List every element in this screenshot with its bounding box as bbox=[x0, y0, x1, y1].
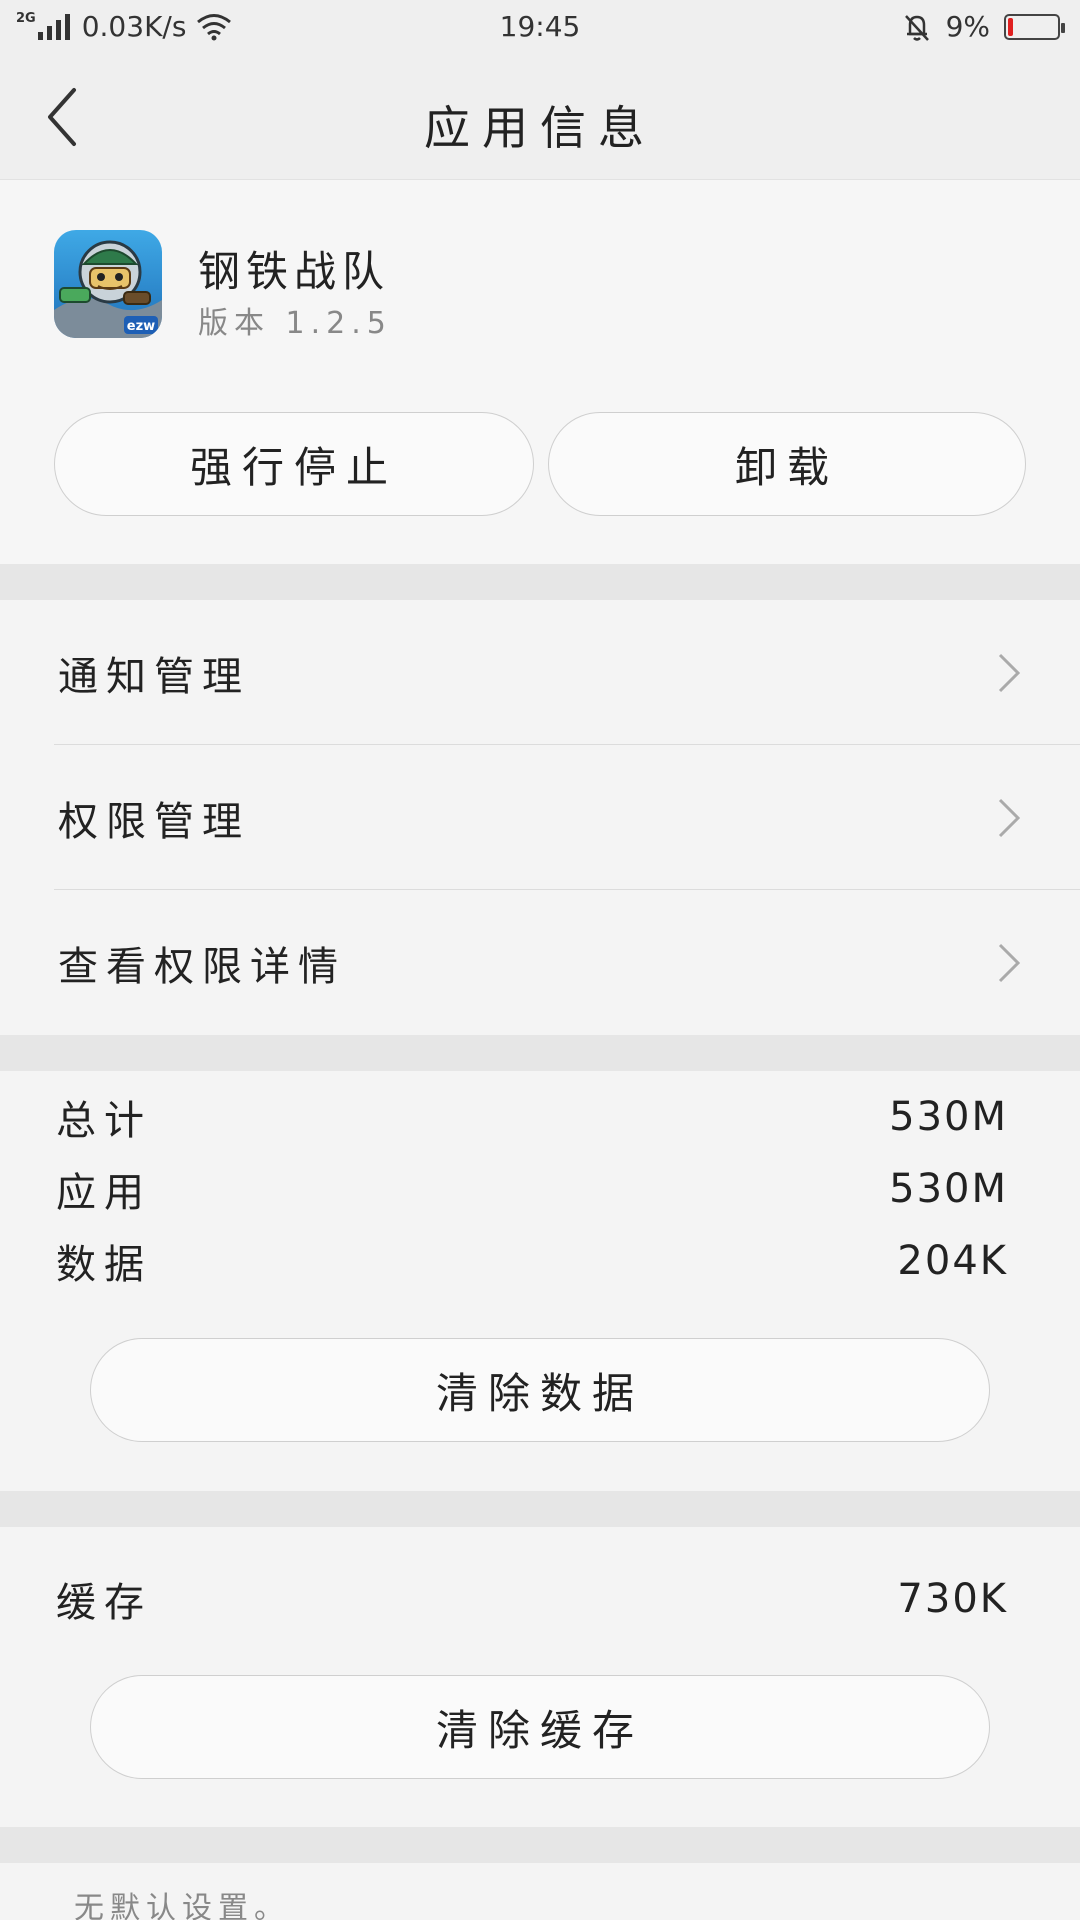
chevron-right-icon bbox=[998, 943, 1021, 982]
status-right: 9% bbox=[902, 10, 1065, 43]
storage-row-data: 数据 204K bbox=[0, 1225, 1080, 1297]
app-icon-badge: ezw bbox=[127, 319, 155, 334]
storage-label: 应用 bbox=[56, 1170, 152, 1216]
section-gap bbox=[0, 564, 1080, 600]
cache-row: 缓存 730K bbox=[0, 1563, 1080, 1635]
storage-value: 530M bbox=[889, 1094, 1008, 1140]
section-gap bbox=[0, 1827, 1080, 1863]
clear-cache-button[interactable]: 清除缓存 bbox=[90, 1675, 990, 1779]
app-card: ezw 钢铁战队 版本 1.2.5 强行停止 卸载 bbox=[0, 180, 1080, 564]
storage-label: 数据 bbox=[56, 1242, 152, 1288]
chevron-right-icon bbox=[998, 653, 1021, 692]
storage-value: 530M bbox=[889, 1166, 1008, 1212]
clear-data-button[interactable]: 清除数据 bbox=[90, 1338, 990, 1442]
section-gap bbox=[0, 1491, 1080, 1527]
menu-item-permission-details[interactable]: 查看权限详情 bbox=[0, 890, 1080, 1035]
cache-label: 缓存 bbox=[56, 1580, 152, 1626]
status-bar: 2G 0.03K/s 19:45 9% bbox=[0, 0, 1080, 54]
menu-list: 通知管理 权限管理 查看权限详情 bbox=[0, 600, 1080, 1035]
storage-value: 204K bbox=[897, 1238, 1008, 1284]
title-bar: 应用信息 bbox=[0, 54, 1080, 180]
storage-row-total: 总计 530M bbox=[0, 1081, 1080, 1153]
app-name: 钢铁战队 bbox=[198, 247, 391, 296]
app-version: 版本 1.2.5 bbox=[198, 306, 392, 341]
storage-row-app: 应用 530M bbox=[0, 1153, 1080, 1225]
defaults-section: 无默认设置。 bbox=[0, 1863, 1080, 1920]
menu-item-label: 查看权限详情 bbox=[58, 943, 346, 990]
cache-section: 缓存 730K 清除缓存 bbox=[0, 1527, 1080, 1827]
bell-muted-icon bbox=[904, 14, 929, 41]
app-icon: ezw bbox=[54, 230, 162, 338]
uninstall-button[interactable]: 卸载 bbox=[548, 412, 1026, 516]
storage-label: 总计 bbox=[56, 1098, 152, 1144]
menu-item-permission-management[interactable]: 权限管理 bbox=[0, 745, 1080, 890]
storage-section: 总计 530M 应用 530M 数据 204K 清除数据 bbox=[0, 1071, 1080, 1491]
battery-icon bbox=[1004, 13, 1065, 40]
section-gap bbox=[0, 1035, 1080, 1071]
battery-level bbox=[1008, 17, 1013, 36]
force-stop-button[interactable]: 强行停止 bbox=[54, 412, 534, 516]
menu-item-label: 通知管理 bbox=[58, 653, 250, 700]
app-icon-image: ezw bbox=[54, 230, 162, 338]
battery-percent: 9% bbox=[945, 10, 990, 43]
defaults-text: 无默认设置。 bbox=[74, 1891, 290, 1920]
cache-value: 730K bbox=[897, 1576, 1008, 1622]
menu-item-notification-management[interactable]: 通知管理 bbox=[0, 600, 1080, 745]
chevron-right-icon bbox=[998, 798, 1021, 837]
page-title: 应用信息 bbox=[424, 101, 656, 155]
menu-item-label: 权限管理 bbox=[58, 798, 250, 845]
